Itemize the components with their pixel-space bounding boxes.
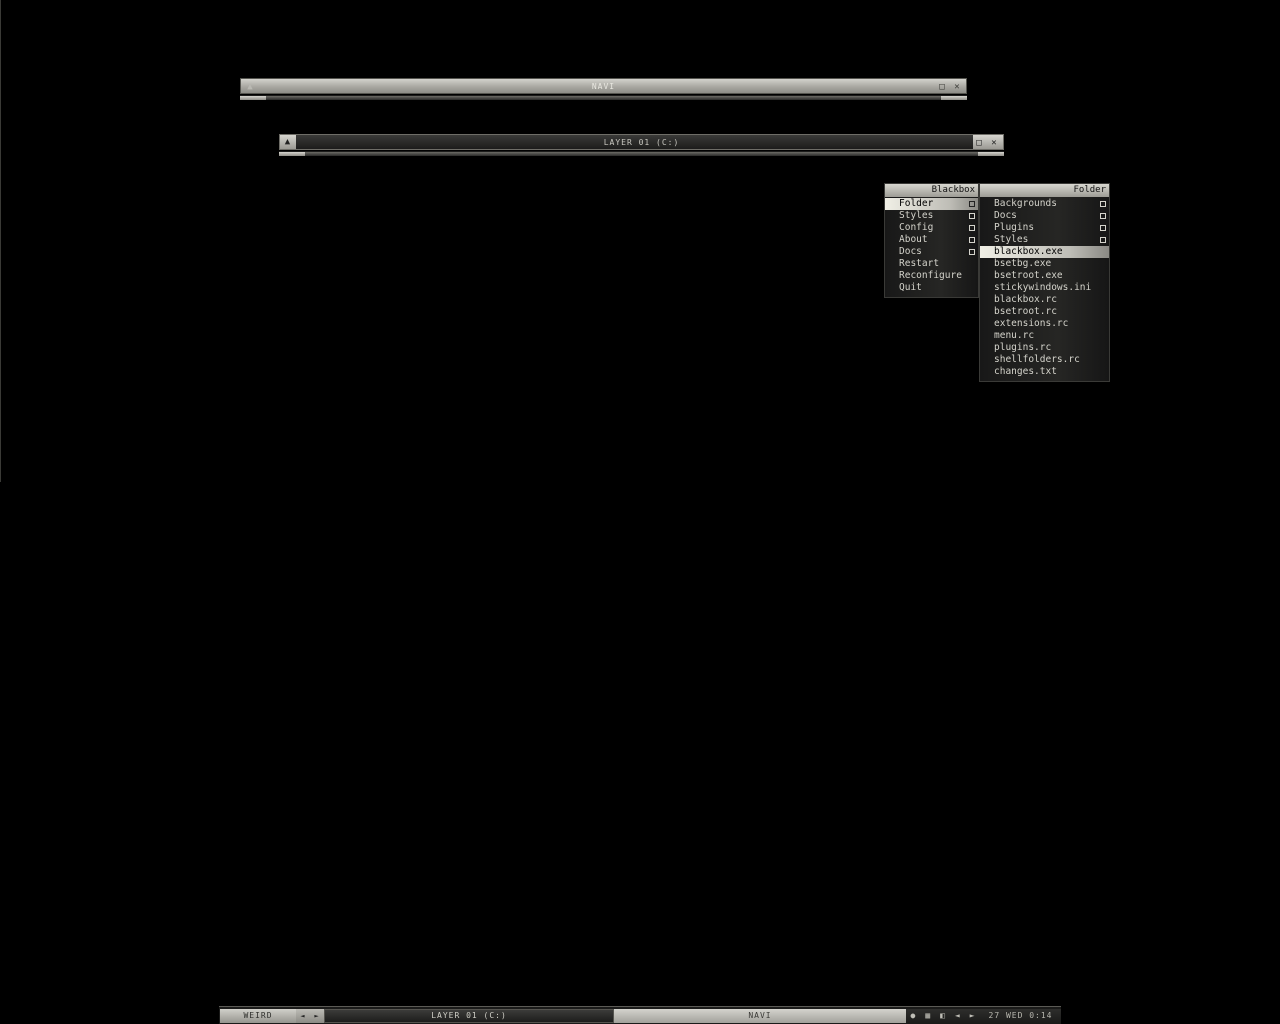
folder-menu-title[interactable]: Folder — [980, 184, 1109, 197]
menu-item-bsetroot-exe[interactable]: bsetroot.exe — [980, 270, 1109, 282]
navi-title: NAVI — [591, 81, 616, 91]
folder-menu: Folder Backgrounds Docs Plugins Styles b… — [979, 183, 1110, 382]
tray-dot-icon[interactable]: ● — [910, 1011, 916, 1020]
submenu-icon — [1100, 201, 1106, 207]
menu-item-restart[interactable]: Restart — [885, 258, 978, 270]
menu-item-backgrounds[interactable]: Backgrounds — [980, 198, 1109, 210]
blackbox-menu-title[interactable]: Blackbox — [885, 184, 978, 197]
submenu-icon — [1100, 213, 1106, 219]
menu-item-label: Quit — [899, 282, 922, 293]
menu-item-label: About — [899, 234, 928, 245]
task-layer-01[interactable]: LAYER 01 (C:) — [324, 1008, 614, 1023]
arrow-right-icon[interactable]: ► — [314, 1012, 319, 1020]
toolbar: WEIRD ◄ ► LAYER 01 (C:) NAVI ● ▦ ◧ ◄ ► 2… — [219, 1006, 1061, 1024]
menu-item-label: Restart — [899, 258, 940, 269]
menu-item-bsetroot-rc[interactable]: bsetroot.rc — [980, 306, 1109, 318]
layer-title: LAYER 01 (C:) — [603, 137, 680, 147]
menu-item-label: Styles — [994, 234, 1029, 245]
menu-item-blackbox-exe[interactable]: blackbox.exe — [980, 246, 1109, 258]
navi-titlebar[interactable]: ▲ NAVI □ ✕ — [240, 78, 967, 94]
navi-right-grip[interactable] — [941, 96, 967, 100]
menu-item-label: blackbox.rc — [994, 294, 1057, 305]
maximize-icon[interactable]: □ — [936, 80, 949, 93]
close-icon[interactable]: ✕ — [988, 136, 1001, 149]
menu-item-label: Docs — [899, 246, 922, 257]
menu-item-blackbox-rc[interactable]: blackbox.rc — [980, 294, 1109, 306]
volume-icon[interactable]: ◧ — [940, 1011, 946, 1020]
menu-item-label: extensions.rc — [994, 318, 1069, 329]
menu-item-plugins[interactable]: Plugins — [980, 222, 1109, 234]
submenu-icon — [969, 225, 975, 231]
layer-titlebar[interactable]: ▲ LAYER 01 (C:) □ ✕ — [279, 134, 1004, 150]
menu-item-styles[interactable]: Styles — [980, 234, 1109, 246]
menu-item-docs[interactable]: Docs — [885, 246, 978, 258]
arrow-left-icon[interactable]: ◄ — [300, 1012, 305, 1020]
menu-item-folder[interactable]: Folder — [885, 198, 978, 210]
menu-item-quit[interactable]: Quit — [885, 282, 978, 294]
menu-item-styles[interactable]: Styles — [885, 210, 978, 222]
menu-item-label: Folder — [899, 198, 934, 209]
menu-item-shellfolders-rc[interactable]: shellfolders.rc — [980, 354, 1109, 366]
menu-item-label: shellfolders.rc — [994, 354, 1080, 365]
clock: 27 WED 0:14 — [980, 1008, 1061, 1023]
task-navi[interactable]: NAVI — [614, 1008, 906, 1023]
close-icon[interactable]: ✕ — [951, 80, 964, 93]
workspace-name[interactable]: WEIRD — [220, 1008, 296, 1023]
menu-item-label: Styles — [899, 210, 934, 221]
menu-item-label: plugins.rc — [994, 342, 1052, 353]
menu-item-label: bsetbg.exe — [994, 258, 1052, 269]
layer-window[interactable]: ▲ LAYER 01 (C:) □ ✕ — [279, 134, 1004, 158]
shade-icon[interactable]: ▲ — [280, 135, 296, 149]
submenu-icon — [969, 237, 975, 243]
menu-item-label: Backgrounds — [994, 198, 1057, 209]
menu-item-label: blackbox.exe — [994, 246, 1063, 257]
desktop: ▲ NAVI □ ✕ ▲ LAYER 01 (C:) □ ✕ Blackbox … — [0, 0, 1280, 1024]
menu-item-label: Reconfigure — [899, 270, 962, 281]
menu-item-about[interactable]: About — [885, 234, 978, 246]
menu-item-docs[interactable]: Docs — [980, 210, 1109, 222]
menu-item-config[interactable]: Config — [885, 222, 978, 234]
menu-item-changes-txt[interactable]: changes.txt — [980, 366, 1109, 378]
navi-left-grip[interactable] — [240, 96, 266, 100]
submenu-icon — [969, 213, 975, 219]
menu-item-reconfigure[interactable]: Reconfigure — [885, 270, 978, 282]
submenu-icon — [969, 249, 975, 255]
blackbox-menu: Blackbox Folder Styles Config About Docs… — [884, 183, 979, 298]
desktop-edge-line — [0, 0, 1, 482]
submenu-icon — [969, 201, 975, 207]
submenu-icon — [1100, 225, 1106, 231]
navi-window-handle[interactable] — [240, 95, 967, 100]
navi-window[interactable]: ▲ NAVI □ ✕ — [240, 78, 967, 102]
menu-item-label: Docs — [994, 210, 1017, 221]
menu-item-label: Config — [899, 222, 934, 233]
menu-item-label: changes.txt — [994, 366, 1057, 377]
menu-item-label: menu.rc — [994, 330, 1035, 341]
menu-item-menu-rc[interactable]: menu.rc — [980, 330, 1109, 342]
system-tray: ● ▦ ◧ ◄ ► — [906, 1008, 980, 1023]
menu-item-label: bsetroot.exe — [994, 270, 1063, 281]
menu-item-plugins-rc[interactable]: plugins.rc — [980, 342, 1109, 354]
menu-item-label: Plugins — [994, 222, 1035, 233]
workspace-arrows: ◄ ► — [296, 1008, 324, 1023]
shade-icon[interactable]: ▲ — [244, 80, 257, 93]
submenu-icon — [1100, 237, 1106, 243]
menu-item-label: stickywindows.ini — [994, 282, 1092, 293]
layer-right-grip[interactable] — [978, 152, 1004, 156]
menu-item-bsetbg-exe[interactable]: bsetbg.exe — [980, 258, 1109, 270]
arrow-right-icon[interactable]: ► — [970, 1011, 976, 1020]
menu-item-label: bsetroot.rc — [994, 306, 1057, 317]
network-icon[interactable]: ▦ — [925, 1011, 931, 1020]
menu-item-stickywindows-ini[interactable]: stickywindows.ini — [980, 282, 1109, 294]
layer-window-handle[interactable] — [279, 151, 1004, 156]
menu-item-extensions-rc[interactable]: extensions.rc — [980, 318, 1109, 330]
arrow-left-icon[interactable]: ◄ — [955, 1011, 961, 1020]
layer-left-grip[interactable] — [279, 152, 305, 156]
maximize-icon[interactable]: □ — [973, 136, 986, 149]
